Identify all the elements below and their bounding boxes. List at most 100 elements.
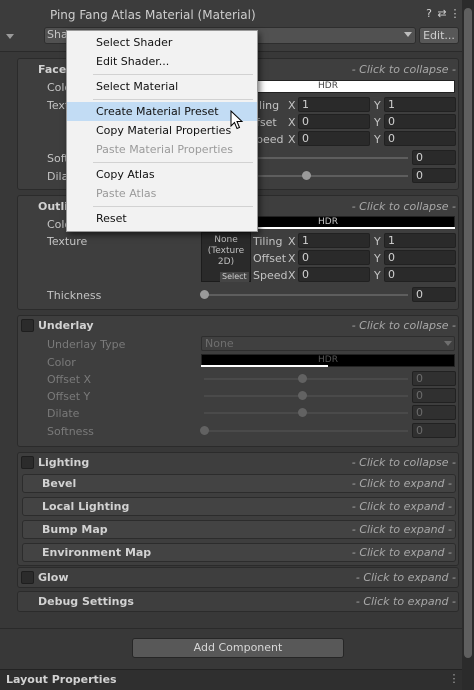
question-icon[interactable]: ? — [423, 8, 435, 20]
underlay-type-label: Underlay Type — [47, 338, 126, 351]
face-tiling-label: iling — [256, 99, 280, 112]
outline-section-title[interactable]: Outli — [38, 200, 68, 214]
outline-texture-type: (Texture 2D) — [207, 246, 245, 267]
underlay-hdr-label: HDR — [318, 355, 338, 365]
outline-thickness-slider[interactable] — [204, 294, 408, 296]
glow-section-title[interactable]: Glow — [38, 571, 69, 585]
outline-collapse-hint[interactable]: - Click to collapse - — [352, 200, 456, 214]
menu-item-reset[interactable]: Reset — [67, 209, 257, 228]
more-icon[interactable]: ⋮ — [449, 8, 461, 20]
outline-offset-x-label: X — [288, 252, 296, 265]
underlay-dilate-knob[interactable] — [298, 408, 307, 417]
outline-offset-x-field[interactable]: 0 — [298, 250, 370, 265]
outline-offset-label: Offset — [253, 252, 287, 265]
face-tiling-x-label: X — [288, 99, 296, 112]
underlay-offset-y-label: Offset Y — [47, 390, 91, 403]
underlay-offset-y-field[interactable]: 0 — [412, 388, 456, 403]
underlay-softness-label: Softness — [47, 425, 94, 438]
bevel-label[interactable]: Bevel — [42, 477, 76, 491]
underlay-softness-knob[interactable] — [200, 426, 209, 435]
face-speed-x-field[interactable]: 0 — [298, 131, 370, 146]
face-offset-label: fset — [256, 116, 277, 129]
face-tiling-y-field[interactable]: 1 — [384, 97, 456, 112]
menu-item-select-shader[interactable]: Select Shader — [67, 33, 257, 52]
layout-properties-label[interactable]: Layout Properties — [6, 673, 117, 687]
face-section-title[interactable]: Face — [38, 63, 66, 77]
mouse-cursor-icon — [230, 110, 244, 130]
face-tiling-x-field[interactable]: 1 — [298, 97, 370, 112]
menu-item-select-material[interactable]: Select Material — [67, 77, 257, 96]
edit-shader-button[interactable]: Edit... — [419, 27, 459, 44]
face-collapse-hint[interactable]: - Click to collapse - — [352, 63, 456, 77]
outline-thickness-knob[interactable] — [200, 290, 209, 299]
underlay-offset-y-knob[interactable] — [298, 391, 307, 400]
face-offset-y-label: Y — [374, 116, 381, 129]
face-speed-y-label: Y — [374, 133, 381, 146]
environment-map-expand-hint[interactable]: - Click to expand - — [352, 546, 452, 560]
outline-texture-none: None — [214, 235, 238, 245]
outline-tiling-x-field[interactable]: 1 — [298, 233, 370, 248]
menu-item-create-material-preset[interactable]: Create Material Preset — [67, 102, 257, 121]
outline-thickness-label: Thickness — [47, 289, 102, 302]
outline-offset-y-field[interactable]: 0 — [384, 250, 456, 265]
menu-item-paste-atlas[interactable]: Paste Atlas — [67, 184, 257, 203]
debug-expand-hint[interactable]: - Click to expand - — [356, 595, 456, 609]
face-dilate-knob[interactable] — [302, 171, 311, 180]
outline-tiling-label: Tiling — [253, 235, 283, 248]
face-offset-y-field[interactable]: 0 — [384, 114, 456, 129]
lighting-collapse-hint[interactable]: - Click to collapse - — [352, 456, 456, 470]
underlay-offset-x-knob[interactable] — [298, 374, 307, 383]
local-lighting-label[interactable]: Local Lighting — [42, 500, 129, 514]
underlay-checkbox[interactable] — [21, 319, 34, 332]
add-component-button[interactable]: Add Component — [132, 638, 344, 658]
menu-item-copy-material-properties[interactable]: Copy Material Properties — [67, 121, 257, 140]
outline-texture-select-button[interactable]: Select — [220, 272, 249, 282]
divider — [0, 628, 462, 629]
lighting-section-title[interactable]: Lighting — [38, 456, 89, 470]
face-speed-x-label: X — [288, 133, 296, 146]
underlay-softness-slider[interactable] — [204, 430, 408, 432]
underlay-dilate-field[interactable]: 0 — [412, 405, 456, 420]
menu-item-edit-shader[interactable]: Edit Shader... — [67, 52, 257, 71]
material-title: Ping Fang Atlas Material (Material) — [50, 8, 256, 22]
face-softness-field[interactable]: 0 — [412, 150, 456, 165]
underlay-softness-field[interactable]: 0 — [412, 423, 456, 438]
face-dilate-field[interactable]: 0 — [412, 168, 456, 183]
outline-offset-y-label: Y — [374, 252, 381, 265]
local-lighting-expand-hint[interactable]: - Click to expand - — [352, 500, 452, 514]
face-speed-y-field[interactable]: 0 — [384, 131, 456, 146]
underlay-section-title[interactable]: Underlay — [38, 319, 94, 333]
outline-speed-y-field[interactable]: 0 — [384, 267, 456, 282]
scrollbar-thumb[interactable] — [464, 8, 472, 658]
foldout-arrow-icon[interactable] — [6, 34, 14, 39]
underlay-collapse-hint[interactable]: - Click to collapse - — [352, 319, 456, 333]
outline-tiling-x-label: X — [288, 235, 296, 248]
outline-speed-x-label: X — [288, 269, 296, 282]
menu-item-copy-atlas[interactable]: Copy Atlas — [67, 165, 257, 184]
lighting-checkbox[interactable] — [21, 456, 34, 469]
face-offset-x-field[interactable]: 0 — [298, 114, 370, 129]
bump-map-expand-hint[interactable]: - Click to expand - — [352, 523, 452, 537]
glow-checkbox[interactable] — [21, 571, 34, 584]
bevel-expand-hint[interactable]: - Click to expand - — [352, 477, 452, 491]
menu-item-paste-material-properties[interactable]: Paste Material Properties — [67, 140, 257, 159]
environment-map-label[interactable]: Environment Map — [42, 546, 151, 560]
glow-expand-hint[interactable]: - Click to expand - — [356, 571, 456, 585]
underlay-dilate-label: Dilate — [47, 407, 80, 420]
more-icon[interactable]: ⋮ — [448, 673, 460, 685]
menu-separator — [93, 99, 253, 100]
outline-tiling-y-field[interactable]: 1 — [384, 233, 456, 248]
sliders-icon[interactable]: ⇄ — [436, 8, 448, 20]
menu-separator — [93, 74, 253, 75]
outline-speed-x-field[interactable]: 0 — [298, 267, 370, 282]
face-tiling-y-label: Y — [374, 99, 381, 112]
bump-map-label[interactable]: Bump Map — [42, 523, 108, 537]
outline-thickness-field[interactable]: 0 — [412, 287, 456, 302]
chevron-down-icon — [404, 32, 412, 37]
underlay-offset-x-field[interactable]: 0 — [412, 371, 456, 386]
face-offset-x-label: X — [288, 116, 296, 129]
menu-separator — [93, 162, 253, 163]
debug-section-title[interactable]: Debug Settings — [38, 595, 134, 609]
chevron-down-icon — [444, 341, 452, 346]
underlay-type-dropdown[interactable]: None — [201, 336, 455, 351]
